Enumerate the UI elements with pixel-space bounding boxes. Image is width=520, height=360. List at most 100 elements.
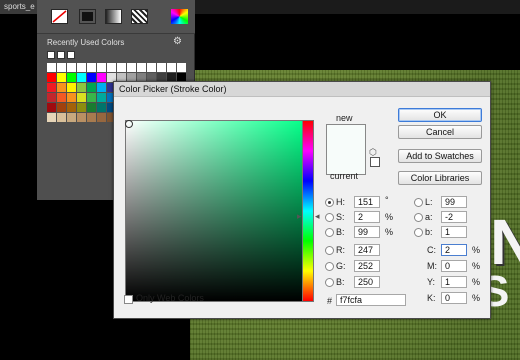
cyan-input[interactable]: 2 <box>441 244 467 256</box>
swatch-cell[interactable] <box>177 63 186 72</box>
magenta-unit: % <box>472 261 481 271</box>
cyan-unit: % <box>472 245 481 255</box>
swatch-cell[interactable] <box>77 103 86 112</box>
swatch-cell[interactable] <box>57 113 66 122</box>
swatch-cell[interactable] <box>67 113 76 122</box>
lab-l-input[interactable]: 99 <box>441 196 467 208</box>
brightness-input[interactable]: 99 <box>354 226 380 238</box>
red-input[interactable]: 247 <box>354 244 380 256</box>
brightness-radio[interactable] <box>325 228 334 237</box>
swatch-cell[interactable] <box>167 63 176 72</box>
swatch-cell[interactable] <box>57 73 66 82</box>
swatch-cell[interactable] <box>47 113 56 122</box>
hue-slider-arrow-right-icon[interactable]: ▸ <box>297 212 302 221</box>
yellow-input[interactable]: 1 <box>441 276 467 288</box>
lab-a-radio[interactable] <box>414 213 423 222</box>
brightness-unit: % <box>385 227 394 237</box>
add-to-swatches-button[interactable]: Add to Swatches <box>398 149 482 163</box>
dialog-titlebar[interactable]: Color Picker (Stroke Color) <box>114 82 490 97</box>
swatch-cell[interactable] <box>67 83 76 92</box>
recent-color-swatch[interactable] <box>67 51 75 59</box>
pattern-icon[interactable] <box>131 9 148 24</box>
swatch-cell[interactable] <box>57 103 66 112</box>
hue-unit: ° <box>385 195 389 205</box>
swatch-cell[interactable] <box>107 63 116 72</box>
hue-slider-arrow-left-icon[interactable]: ◂ <box>315 212 320 221</box>
color-picker-icon[interactable] <box>171 9 188 24</box>
ok-button[interactable]: OK <box>398 108 482 122</box>
field-cursor[interactable] <box>125 120 133 128</box>
swatch-cell[interactable] <box>47 83 56 92</box>
swatch-cell[interactable] <box>57 83 66 92</box>
swatch-cell[interactable] <box>97 63 106 72</box>
hue-slider[interactable] <box>302 120 314 302</box>
swatch-cell[interactable] <box>47 63 56 72</box>
swatch-cell[interactable] <box>67 73 76 82</box>
swatch-cell[interactable] <box>67 63 76 72</box>
saturation-brightness-field[interactable] <box>125 120 307 302</box>
lab-b-radio[interactable] <box>414 228 423 237</box>
blue-radio[interactable] <box>325 278 334 287</box>
saturation-input[interactable]: 2 <box>354 211 380 223</box>
swatch-cell[interactable] <box>147 63 156 72</box>
swatch-cell[interactable] <box>97 103 106 112</box>
gradient-icon[interactable] <box>105 9 122 24</box>
hue-radio[interactable] <box>325 198 334 207</box>
hex-input[interactable]: f7fcfa <box>336 294 406 306</box>
green-input[interactable]: 252 <box>354 260 380 272</box>
color-picker-dialog: Color Picker (Stroke Color) ▸ ◂ new curr… <box>113 81 491 319</box>
solid-color-icon[interactable] <box>79 9 96 24</box>
recent-color-swatch[interactable] <box>47 51 55 59</box>
swatch-cell[interactable] <box>97 113 106 122</box>
swatch-cell[interactable] <box>87 113 96 122</box>
swatch-cell[interactable] <box>67 103 76 112</box>
swatch-cell[interactable] <box>77 73 86 82</box>
swatch-cell[interactable] <box>87 103 96 112</box>
lab-b-input[interactable]: 1 <box>441 226 467 238</box>
hue-label: H: <box>336 197 345 207</box>
gear-icon[interactable]: ⚙ <box>173 36 182 47</box>
swatch-cell[interactable] <box>87 63 96 72</box>
swatch-cell[interactable] <box>57 93 66 102</box>
swatch-cell[interactable] <box>77 93 86 102</box>
swatch-cell[interactable] <box>87 83 96 92</box>
blue-input[interactable]: 250 <box>354 276 380 288</box>
lab-a-label: a: <box>425 212 433 222</box>
hue-input[interactable]: 151 <box>354 196 380 208</box>
lab-l-radio[interactable] <box>414 198 423 207</box>
swatch-cell[interactable] <box>157 63 166 72</box>
cancel-button[interactable]: Cancel <box>398 125 482 139</box>
color-libraries-button[interactable]: Color Libraries <box>398 171 482 185</box>
dialog-title: Color Picker (Stroke Color) <box>119 84 227 94</box>
swatch-cell[interactable] <box>77 63 86 72</box>
red-radio[interactable] <box>325 246 334 255</box>
swatch-cell[interactable] <box>87 73 96 82</box>
swatch-cell[interactable] <box>57 63 66 72</box>
swatch-cell[interactable] <box>47 103 56 112</box>
swatch-cell[interactable] <box>77 113 86 122</box>
swatch-cell[interactable] <box>127 63 136 72</box>
swatch-cell[interactable] <box>47 93 56 102</box>
swatch-cell[interactable] <box>97 73 106 82</box>
green-radio[interactable] <box>325 262 334 271</box>
black-input[interactable]: 0 <box>441 292 467 304</box>
swatch-cell[interactable] <box>87 93 96 102</box>
saturation-radio[interactable] <box>325 213 334 222</box>
swatch-cell[interactable] <box>97 83 106 92</box>
lab-a-input[interactable]: -2 <box>441 211 467 223</box>
lab-b-label: b: <box>425 227 433 237</box>
hex-label: # <box>327 296 333 306</box>
swatch-cell[interactable] <box>97 93 106 102</box>
swatch-cell[interactable] <box>137 63 146 72</box>
swatch-cell[interactable] <box>47 73 56 82</box>
swatch-cell[interactable] <box>77 83 86 92</box>
magenta-input[interactable]: 0 <box>441 260 467 272</box>
document-tab[interactable]: sports_e <box>0 0 37 14</box>
swatch-cell[interactable] <box>67 93 76 102</box>
recent-color-swatch[interactable] <box>57 51 65 59</box>
yellow-unit: % <box>472 277 481 287</box>
web-safe-swatch[interactable] <box>370 157 380 167</box>
swatch-cell[interactable] <box>117 63 126 72</box>
no-color-icon[interactable] <box>51 9 68 24</box>
only-web-colors-checkbox[interactable] <box>124 295 133 304</box>
